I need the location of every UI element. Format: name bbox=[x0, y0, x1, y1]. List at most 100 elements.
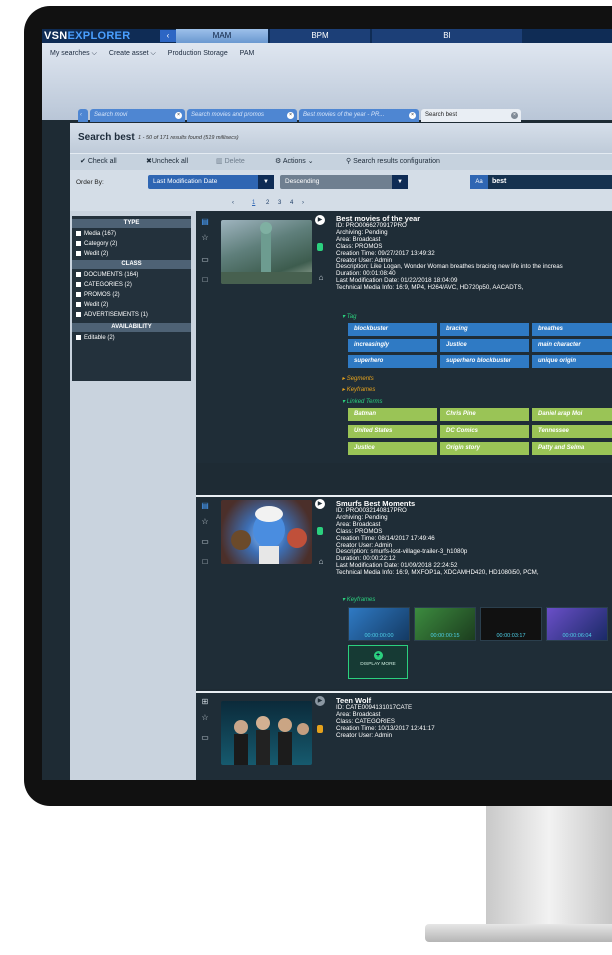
result-item[interactable]: ⊞ ☆ ▭ ▶ Teen Wolf ID: CATE0094131017CATE… bbox=[196, 693, 612, 780]
tag-chip[interactable]: breathes bbox=[532, 323, 612, 336]
facet-item[interactable]: Wedit (2) bbox=[76, 301, 108, 309]
facet-item[interactable]: DOCUMENTS (164) bbox=[76, 271, 138, 279]
tag-section-toggle[interactable]: ▾ Tag bbox=[342, 313, 356, 320]
close-icon[interactable]: × bbox=[175, 112, 182, 119]
page-4[interactable]: 4 bbox=[290, 200, 293, 206]
tag-chip[interactable]: blockbuster bbox=[348, 323, 437, 336]
prev-page-icon[interactable]: ‹ bbox=[232, 200, 234, 206]
menu-pam[interactable]: PAM bbox=[240, 50, 255, 57]
plus-icon: + bbox=[373, 651, 383, 660]
facet-item[interactable]: CATEGORIES (2) bbox=[76, 281, 132, 289]
page-3[interactable]: 3 bbox=[278, 200, 281, 206]
storage-icon bbox=[317, 725, 323, 733]
checkbox-icon[interactable]: □ bbox=[200, 557, 210, 567]
case-sensitive-toggle[interactable]: Aa bbox=[470, 175, 488, 189]
order-direction-select[interactable]: Descending ▼ bbox=[280, 175, 408, 189]
term-chip[interactable]: Justice bbox=[348, 442, 437, 455]
tag-chip[interactable]: Justice bbox=[440, 339, 529, 352]
tag-chip[interactable]: unique origin bbox=[532, 355, 612, 368]
chevron-down-icon: ▼ bbox=[392, 175, 408, 189]
uncheck-all-button[interactable]: ✖Uncheck all bbox=[146, 157, 188, 165]
keyframes-section-toggle[interactable]: ▸ Keyframes bbox=[342, 386, 375, 393]
tab-search-movies-promos[interactable]: Search movies and promos × bbox=[187, 109, 297, 122]
facet-item[interactable]: Wedit (2) bbox=[76, 250, 108, 258]
play-icon[interactable]: ▶ bbox=[315, 499, 325, 509]
result-item[interactable]: ▤ ☆ ▭ □ ▶ ⌂ Best movies of the year ID: … bbox=[196, 211, 612, 463]
term-chip[interactable]: Origin story bbox=[440, 442, 529, 455]
facet-item[interactable]: PROMOS (2) bbox=[76, 291, 120, 299]
menu-production-storage[interactable]: Production Storage bbox=[168, 50, 228, 57]
clip-icon[interactable]: ▭ bbox=[200, 537, 210, 547]
facet-item[interactable]: Editable (2) bbox=[76, 334, 115, 342]
menu-create-asset[interactable]: Create asset ⌵ bbox=[109, 50, 156, 57]
module-tab-mam[interactable]: MAM bbox=[176, 29, 268, 43]
results-list: ▤ ☆ ▭ □ ▶ ⌂ Best movies of the year ID: … bbox=[196, 211, 612, 780]
facet-header-type[interactable]: TYPE bbox=[72, 219, 191, 228]
tag-chip[interactable]: superhero bbox=[348, 355, 437, 368]
term-chip[interactable]: Daniel arap Moi bbox=[532, 408, 612, 421]
facet-header-availability[interactable]: AVAILABILITY bbox=[72, 323, 191, 332]
facet-item[interactable]: Category (2) bbox=[76, 240, 117, 248]
star-icon[interactable]: ☆ bbox=[200, 517, 210, 527]
search-results-config-button[interactable]: ⚲ Search results configuration bbox=[346, 157, 440, 165]
thumbnail-smurfs[interactable] bbox=[221, 500, 312, 564]
thumbnail-best-movies[interactable] bbox=[221, 220, 312, 284]
select-checkbox-icon[interactable]: ▤ bbox=[200, 501, 210, 511]
tab-search-movi[interactable]: Search movi × bbox=[90, 109, 185, 122]
play-icon[interactable]: ▶ bbox=[315, 215, 325, 225]
term-chip[interactable]: Chris Pine bbox=[440, 408, 529, 421]
term-chip[interactable]: Batman bbox=[348, 408, 437, 421]
keyframe-thumb[interactable]: 00:00:00:15 bbox=[414, 607, 476, 641]
search-input[interactable]: Aa best bbox=[470, 175, 612, 189]
tag-chip[interactable]: main character bbox=[532, 339, 612, 352]
close-icon[interactable]: × bbox=[287, 112, 294, 119]
close-icon[interactable]: × bbox=[409, 112, 416, 119]
delete-button[interactable]: ▥ Delete bbox=[216, 157, 245, 165]
tab-best-movies[interactable]: Best movies of the year - PR... × bbox=[299, 109, 419, 122]
order-field-select[interactable]: Last Modification Date ▼ bbox=[148, 175, 274, 189]
term-chip[interactable]: United States bbox=[348, 425, 437, 438]
term-chip[interactable]: Tennessee bbox=[532, 425, 612, 438]
keyframe-thumb[interactable]: 00:00:00:00 bbox=[348, 607, 410, 641]
archive-icon: ⌂ bbox=[318, 273, 324, 282]
tag-chip[interactable]: increasingly bbox=[348, 339, 437, 352]
tag-chip[interactable]: superhero blockbuster bbox=[440, 355, 529, 368]
facet-item[interactable]: ADVERTISEMENTS (1) bbox=[76, 311, 148, 319]
segments-section-toggle[interactable]: ▸ Segments bbox=[342, 375, 374, 382]
keyframe-thumb[interactable]: 00:00:06:04 bbox=[546, 607, 608, 641]
module-tab-bi[interactable]: BI bbox=[372, 29, 522, 43]
module-tab-bpm[interactable]: BPM bbox=[270, 29, 370, 43]
close-icon[interactable]: × bbox=[511, 112, 518, 119]
play-icon[interactable]: ▶ bbox=[315, 696, 325, 706]
page-2[interactable]: 2 bbox=[266, 200, 269, 206]
page-1[interactable]: 1 bbox=[252, 200, 255, 206]
facet-header-class[interactable]: CLASS bbox=[72, 260, 191, 269]
tag-chip[interactable]: bracing bbox=[440, 323, 529, 336]
select-checkbox-icon[interactable]: ▤ bbox=[200, 217, 210, 227]
tab-search-best[interactable]: Search best × bbox=[421, 109, 521, 122]
back-arrow-icon[interactable]: ‹ bbox=[160, 30, 176, 42]
top-navigation: VSNEXPLORER ‹ MAM BPM BI bbox=[42, 29, 612, 43]
next-page-icon[interactable]: › bbox=[302, 200, 304, 206]
linked-terms-section-toggle[interactable]: ▾ Linked Terms bbox=[342, 398, 382, 405]
actions-button[interactable]: ⚙ Actions ⌄ bbox=[275, 157, 314, 165]
checkbox-icon[interactable]: □ bbox=[200, 275, 210, 285]
thumbnail-teen-wolf[interactable] bbox=[221, 701, 312, 765]
clip-icon[interactable]: ▭ bbox=[200, 733, 210, 743]
keyframe-thumb[interactable]: 00:00:03:17 bbox=[480, 607, 542, 641]
star-icon[interactable]: ☆ bbox=[200, 713, 210, 723]
term-chip[interactable]: Patty and Selma bbox=[532, 442, 612, 455]
check-all-button[interactable]: ✔ Check all bbox=[80, 157, 117, 165]
tabs-scroll-left-icon[interactable]: ‹ bbox=[78, 109, 88, 122]
facets-panel: TYPE Media (167) Category (2) Wedit (2) … bbox=[70, 211, 196, 780]
keyframes-section-toggle[interactable]: ▾ Keyframes bbox=[342, 596, 375, 603]
app-logo[interactable]: VSNEXPLORER bbox=[44, 29, 130, 43]
term-chip[interactable]: DC Comics bbox=[440, 425, 529, 438]
star-icon[interactable]: ☆ bbox=[200, 233, 210, 243]
facet-item[interactable]: Media (167) bbox=[76, 230, 116, 238]
result-item[interactable]: ▤ ☆ ▭ □ ▶ ⌂ Smurfs Best Moments ID: PRO0… bbox=[196, 497, 612, 689]
hierarchy-icon[interactable]: ⊞ bbox=[200, 697, 210, 707]
menu-my-searches[interactable]: My searches ⌵ bbox=[50, 50, 97, 57]
clip-icon[interactable]: ▭ bbox=[200, 255, 210, 265]
display-more-button[interactable]: + DISPLAY MORE bbox=[348, 645, 408, 679]
